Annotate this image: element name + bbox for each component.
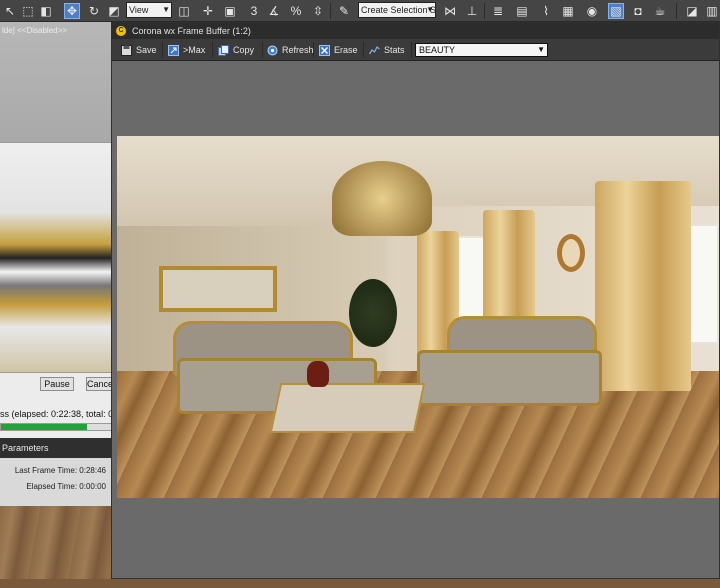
copy-button[interactable]: Copy [213, 42, 263, 58]
last-frame-time-row: Last Frame Time: 0:28:46 [15, 466, 106, 475]
vfb-title-bar[interactable]: C Corona wx Frame Buffer (1:2) [112, 23, 719, 39]
elapsed-time-label: Elapsed Time: [26, 482, 78, 491]
percent-snap-icon[interactable]: % [288, 3, 304, 19]
render-curtain [483, 210, 535, 330]
background-floor-texture [0, 506, 112, 588]
reference-coord-select[interactable]: View ▼ [126, 2, 172, 18]
copy-icon [217, 44, 229, 56]
spinner-snap-icon[interactable]: ⇳ [310, 3, 326, 19]
render-progress-fill [1, 424, 87, 430]
angle-snap-icon[interactable]: ∡ [266, 3, 282, 19]
mirror-icon[interactable]: ⋈ [442, 3, 458, 19]
align-icon[interactable]: ⊥ [464, 3, 480, 19]
refresh-button[interactable]: Refresh [263, 42, 314, 58]
render-channel-select[interactable]: BEAUTY ▼ [415, 43, 548, 57]
save-button[interactable]: Save [116, 42, 163, 58]
toolbar-separator [330, 3, 331, 19]
viewport[interactable]: lde] <<Disabled>> [0, 22, 112, 142]
render-teapot-icon[interactable]: ☕ [652, 3, 668, 19]
curve-editor-icon[interactable]: ⌇ [538, 3, 554, 19]
stats-label: Stats [384, 45, 405, 55]
elapsed-time-row: Elapsed Time: 0:00:00 [26, 482, 106, 491]
render-channel-value: BEAUTY [419, 45, 456, 55]
layer-manager-icon[interactable]: ≣ [490, 3, 506, 19]
select-window-icon[interactable]: ◧ [38, 3, 54, 19]
stats-button[interactable]: Stats [364, 42, 412, 58]
toolbar-separator [676, 3, 677, 19]
render-preview-image [0, 143, 112, 373]
pivot-icon[interactable]: ◫ [176, 3, 192, 19]
parameters-title: Parameters [2, 443, 49, 453]
move-icon[interactable]: ✥ [64, 3, 80, 19]
vfb-title: Corona wx Frame Buffer (1:2) [132, 26, 251, 36]
render-chandelier [332, 161, 432, 236]
left-background: lde] <<Disabled>> Pause Cance ss (elapse… [0, 22, 112, 588]
viewport-label: lde] <<Disabled>> [2, 26, 67, 35]
reference-coord-value: View [129, 5, 149, 15]
render-vase [307, 361, 329, 387]
render-coffee-table [269, 383, 426, 433]
render-sofa-right-seat [417, 350, 602, 406]
select-rect-icon[interactable]: ⬚ [20, 3, 36, 19]
render-wall-clock [557, 234, 585, 272]
render-progress-bar [0, 423, 112, 431]
corona-logo-icon: C [116, 26, 126, 36]
render-setup-icon[interactable]: ▧ [608, 3, 624, 19]
stats-icon [368, 44, 380, 56]
cancel-button[interactable]: Cance [86, 377, 112, 391]
extra-tool-icon[interactable]: ▥ [704, 3, 720, 19]
floppy-icon [120, 44, 132, 56]
percent-snap-label: % [290, 4, 302, 18]
background-floor-strip [0, 579, 720, 588]
scale-icon[interactable]: ◩ [106, 3, 122, 19]
edit-named-selection-icon[interactable]: ✎ [336, 3, 352, 19]
select-object-icon[interactable]: ↖ [2, 3, 18, 19]
snap-toggle-label: 3 [250, 4, 258, 18]
elapsed-time-value: 0:00:00 [79, 482, 106, 491]
copy-label: Copy [233, 45, 255, 55]
named-selection-value: Create Selection Se [361, 5, 436, 15]
snap-toggle-icon[interactable]: 3 [246, 3, 262, 19]
vfb-toolbar: Save >Max Copy Refresh Erase Stats BEAUT… [112, 39, 719, 61]
render-curtain [595, 181, 691, 391]
refresh-icon [267, 44, 278, 56]
save-label: Save [136, 45, 157, 55]
progress-status-text: ss (elapsed: 0:22:38, total: 0:26:1 [0, 409, 112, 419]
schematic-view-icon[interactable]: ▦ [560, 3, 576, 19]
scene-explorer-icon[interactable]: ▤ [514, 3, 530, 19]
rotate-icon[interactable]: ↻ [86, 3, 102, 19]
render-progress-panel: Pause Cance ss (elapsed: 0:22:38, total:… [0, 372, 112, 438]
keyboard-shortcut-icon[interactable]: ▣ [222, 3, 238, 19]
parameters-rollout-header[interactable]: Parameters [0, 438, 112, 458]
rendered-image[interactable] [117, 136, 719, 498]
named-selection-select[interactable]: Create Selection Se ▼ [358, 2, 436, 18]
chevron-down-icon: ▼ [426, 5, 434, 14]
chevron-down-icon: ▼ [162, 5, 170, 14]
render-plant [349, 279, 397, 347]
erase-label: Erase [334, 45, 358, 55]
select-manipulate-icon[interactable]: ✛ [200, 3, 216, 19]
erase-icon [318, 44, 330, 56]
material-editor-icon[interactable]: ◉ [584, 3, 600, 19]
export-max-label: >Max [183, 45, 206, 55]
chevron-down-icon: ▼ [537, 45, 545, 54]
extra-tool-icon[interactable]: ◪ [684, 3, 700, 19]
export-max-icon [167, 44, 179, 56]
last-frame-time-value: 0:28:46 [79, 466, 106, 475]
render-gilded-mirror [159, 266, 277, 312]
toolbar-separator [484, 3, 485, 19]
erase-button[interactable]: Erase [314, 42, 364, 58]
pause-button[interactable]: Pause [40, 377, 74, 391]
last-frame-time-label: Last Frame Time: [14, 466, 78, 475]
export-to-max-button[interactable]: >Max [163, 42, 213, 58]
rendered-frame-icon[interactable]: ◘ [630, 3, 646, 19]
refresh-label: Refresh [282, 45, 314, 55]
parameters-rollout: Last Frame Time: 0:28:46 Elapsed Time: 0… [0, 458, 112, 506]
corona-frame-buffer-window[interactable]: C Corona wx Frame Buffer (1:2) Save >Max… [111, 22, 720, 579]
render-preview-thumbnail [0, 142, 112, 373]
main-toolbar: ↖ ⬚ ◧ ✥ ↻ ◩ View ▼ ◫ ✛ ▣ 3 ∡ % ⇳ ✎ Create… [0, 0, 720, 22]
